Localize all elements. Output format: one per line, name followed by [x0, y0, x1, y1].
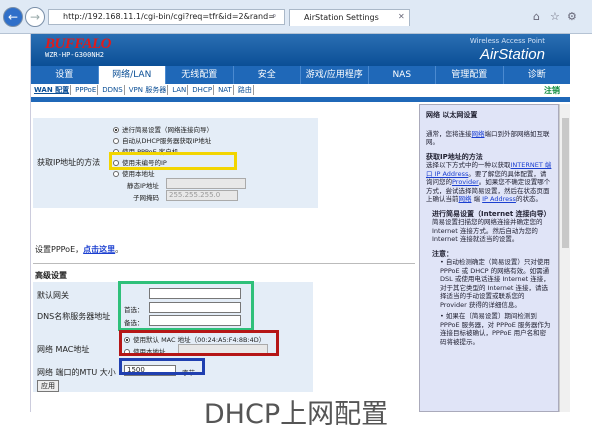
main-nav: 设置 网络/LAN 无线配置 安全 游戏/应用程序 NAS 管理配置 诊断: [31, 66, 570, 84]
close-tab-icon[interactable]: ✕: [398, 12, 405, 21]
browser-tab[interactable]: AirStation Settings: [289, 9, 410, 26]
static-ip-input[interactable]: [166, 178, 246, 189]
help-p2-e: 的状态。: [515, 195, 542, 203]
scrollbar[interactable]: [559, 104, 570, 412]
radio-easy-setup[interactable]: [113, 127, 119, 133]
favorites-star-icon[interactable]: ☆: [550, 10, 560, 23]
tab-admin[interactable]: 管理配置: [436, 66, 504, 84]
search-icon[interactable]: ⌕: [272, 11, 276, 21]
help-b2-text: 如果在〔简易设置〕期间检测到PPPoE 服务器，对 PPPoE 服务器作为连接目…: [440, 312, 551, 346]
tab-network-lan[interactable]: 网络/LAN: [98, 66, 166, 84]
help-p2-d: 端: [471, 195, 483, 203]
subtab-nat[interactable]: NAT: [217, 85, 234, 95]
dns-label: DNS名称服务器地址: [37, 312, 111, 321]
settings-form: 获取IP地址的方法 进行简易设置（网络连接向导） 自动从DHCP服务器获取IP地…: [31, 104, 416, 412]
router-admin-page: BUFFALO WZR-HP-G300NH2 Wireless Access P…: [30, 34, 570, 412]
url-text: http://192.168.11.1/cgi-bin/cgi?req=tfr&…: [63, 12, 275, 21]
mtu-label: 网络 端口的MTU 大小: [37, 368, 116, 377]
subtab-lan[interactable]: LAN: [171, 85, 189, 95]
highlight-blue: [119, 358, 205, 375]
advanced-title: 高级设置: [35, 271, 67, 280]
gateway-label: 默认网关: [37, 291, 69, 300]
help-p2-a: 选择以下方式中的一种以获取: [426, 161, 511, 169]
tab-games-apps[interactable]: 游戏/应用程序: [301, 66, 369, 84]
tab-diagnostics[interactable]: 诊断: [504, 66, 571, 84]
help-p2-link4[interactable]: IP Address: [482, 195, 516, 203]
help-bullet-2: • 如果在〔简易设置〕期间检测到PPPoE 服务器，对 PPPoE 服务器作为连…: [440, 312, 551, 346]
subnet-value: 255.255.255.0: [169, 191, 221, 199]
forward-button[interactable]: →: [25, 7, 45, 27]
tab-title: AirStation Settings: [304, 13, 379, 22]
mac-label: 网络 MAC地址: [37, 345, 90, 354]
option-dhcp-label: 自动从DHCP服务器获取IP地址: [122, 137, 212, 145]
pppoe-hint: 设置PPPoE，点击这里。: [35, 244, 123, 255]
tab-nas[interactable]: NAS: [369, 66, 436, 84]
help-h4: 注意：: [432, 249, 453, 258]
radio-static[interactable]: [113, 171, 119, 177]
section-divider: [33, 263, 415, 264]
option-dhcp[interactable]: 自动从DHCP服务器获取IP地址: [113, 135, 211, 145]
pppoe-prefix: 设置PPPoE，: [35, 245, 84, 254]
option-static-label: 使用本地址: [122, 170, 155, 178]
option-easy-setup[interactable]: 进行简易设置（网络连接向导）: [113, 124, 213, 134]
help-b1-text: 自动检测确定（简易设置）只对使用 PPPoE 或 DHCP 的网络有效。如需通 …: [440, 258, 550, 309]
pppoe-link[interactable]: 点击这里: [83, 245, 115, 254]
back-button[interactable]: ←: [3, 7, 23, 27]
subtab-ddns[interactable]: DDNS: [101, 85, 125, 95]
highlight-yellow: [109, 152, 237, 170]
pppoe-suffix: 。: [115, 245, 124, 254]
model-name: WZR-HP-G300NH2: [45, 51, 105, 59]
help-p2-link3[interactable]: 网络: [459, 195, 472, 203]
sub-nav: WAN 配置 PPPoE DDNS VPN 服务器 LAN DHCP NAT 路…: [31, 84, 570, 96]
help-h2: 获取IP地址的方法: [426, 152, 483, 161]
help-bullet-1: • 自动检测确定（简易设置）只对使用 PPPoE 或 DHCP 的网络有效。如需…: [440, 258, 550, 309]
method-label: 获取IP地址的方法: [37, 158, 101, 167]
help-p1-a: 通常，您将连接: [426, 129, 472, 138]
option-easy-setup-label: 进行简易设置（网络连接向导）: [122, 126, 213, 134]
highlight-red: [119, 330, 279, 356]
help-p1-link[interactable]: 网络: [472, 130, 485, 138]
tab-wireless[interactable]: 无线配置: [166, 66, 234, 84]
browser-toolbar: ← → http://192.168.11.1/cgi-bin/cgi?req=…: [0, 0, 592, 34]
gear-icon[interactable]: ⚙: [567, 10, 577, 23]
home-icon[interactable]: ⌂: [533, 10, 540, 23]
help-p2: 选择以下方式中的一种以获取INTERNET 端口 IP Address。要了解您…: [426, 161, 552, 204]
subtab-pppoe[interactable]: PPPoE: [74, 85, 99, 95]
scrollbar-thumb[interactable]: [562, 118, 569, 248]
apply-button[interactable]: 应用: [37, 380, 59, 392]
help-p3: 简易设置扫描您的网络连接并确定您的Internet 连接方式。然后自动为您的In…: [432, 218, 543, 243]
subtab-route[interactable]: 路由: [237, 85, 254, 95]
image-caption: DHCP上网配置: [203, 399, 389, 430]
help-p1: 通常，您将连接网络端口到外部网络如互联网。: [426, 130, 552, 147]
help-sidebar: 网络 以太网设置 通常，您将连接网络端口到外部网络如互联网。 获取IP地址的方法…: [419, 104, 559, 412]
subtab-vpn[interactable]: VPN 服务器: [128, 85, 169, 95]
help-title: 网络 以太网设置: [426, 111, 478, 119]
product-name: AirStation: [479, 46, 545, 63]
static-ip-label: 静态IP地址: [127, 182, 159, 190]
help-h3: 进行简易设置（Internet 连接向导）: [432, 209, 551, 218]
radio-dhcp[interactable]: [113, 138, 119, 144]
nav-divider: [31, 97, 570, 102]
tab-security[interactable]: 安全: [234, 66, 301, 84]
subtab-wan[interactable]: WAN 配置: [33, 85, 72, 95]
tab-setup[interactable]: 设置: [31, 66, 99, 84]
tagline: Wireless Access Point: [469, 37, 545, 45]
subnet-select[interactable]: 255.255.255.0: [166, 190, 238, 201]
subtab-dhcp[interactable]: DHCP: [191, 85, 215, 95]
address-bar[interactable]: http://192.168.11.1/cgi-bin/cgi?req=tfr&…: [48, 9, 285, 25]
help-p2-link2[interactable]: Provider: [452, 178, 479, 186]
highlight-green: [118, 281, 254, 331]
page-header: BUFFALO WZR-HP-G300NH2 Wireless Access P…: [31, 34, 570, 66]
logout-link[interactable]: 注销: [544, 85, 560, 96]
subnet-label: 子网掩码: [133, 194, 159, 202]
